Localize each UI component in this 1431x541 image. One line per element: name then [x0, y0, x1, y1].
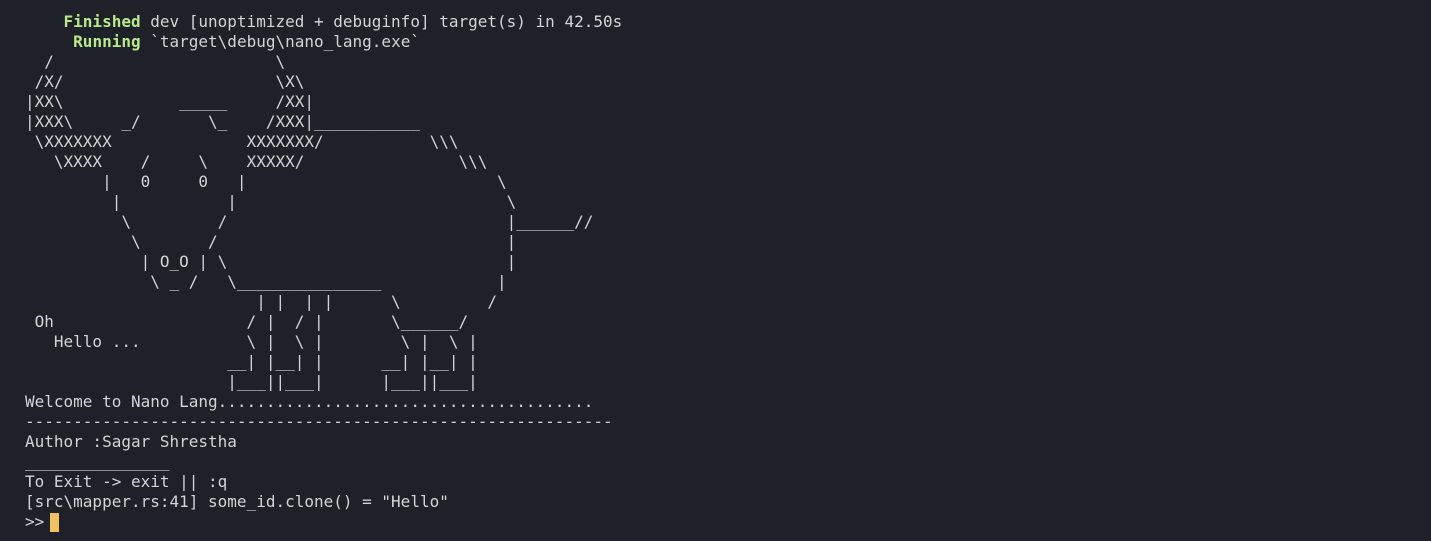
- ascii-art-line: | 0 0 | \: [25, 172, 507, 191]
- terminal-output[interactable]: Finished dev [unoptimized + debuginfo] t…: [25, 12, 1415, 537]
- welcome-message: Welcome to Nano Lang....................…: [25, 392, 594, 411]
- ascii-art-line: Oh / | / | \______/: [25, 312, 469, 331]
- running-text: `target\debug\nano_lang.exe`: [140, 32, 420, 51]
- underline-rule: _______________: [25, 452, 170, 471]
- running-keyword: Running: [73, 32, 141, 51]
- ascii-art-line: \ / |: [25, 232, 517, 251]
- prompt-symbol: >>: [25, 512, 45, 531]
- ascii-art-line: \XXXX / \ XXXXX/ \\\: [25, 152, 488, 171]
- ascii-art-line: / \: [25, 52, 286, 71]
- ascii-art-line: |XXX\ _/ \_ /XXX|___________: [25, 112, 420, 131]
- finished-text: dev [unoptimized + debuginfo] target(s) …: [140, 12, 623, 31]
- ascii-art-line: | | | | \ /: [25, 292, 498, 311]
- author-line: Author :Sagar Shrestha: [25, 432, 237, 451]
- ascii-art-line: /X/ \X\: [25, 72, 305, 91]
- ascii-art-line: \ / |______//: [25, 212, 594, 231]
- ascii-art-line: \ _ / \_______________ |: [25, 272, 507, 291]
- build-running-line: Running `target\debug\nano_lang.exe`: [25, 32, 1415, 52]
- ascii-art: / \ /X/ \X\ |XX\ _____ /XX| |XXX\ _/ \_ …: [25, 52, 1415, 392]
- ascii-art-line: |___||___| |___||___|: [25, 372, 478, 391]
- build-finished-line: Finished dev [unoptimized + debuginfo] t…: [25, 12, 1415, 32]
- ascii-art-line: Hello ... \ | \ | \ | \ |: [25, 332, 478, 351]
- ascii-art-line: __| |__| | __| |__| |: [25, 352, 478, 371]
- text-cursor: [50, 512, 60, 532]
- exit-hint: To Exit -> exit || :q: [25, 472, 228, 491]
- ascii-art-line: \XXXXXXX XXXXXXX/ \\\: [25, 132, 459, 151]
- separator-line: ----------------------------------------…: [25, 412, 613, 431]
- finished-keyword: Finished: [63, 12, 141, 31]
- debug-output: [src\mapper.rs:41] some_id.clone() = "He…: [25, 492, 449, 511]
- input-prompt-row[interactable]: >>: [25, 512, 1415, 532]
- ascii-art-line: | | \: [25, 192, 517, 211]
- ascii-art-line: |XX\ _____ /XX|: [25, 92, 314, 111]
- ascii-art-line: | O_O | \ |: [25, 252, 517, 271]
